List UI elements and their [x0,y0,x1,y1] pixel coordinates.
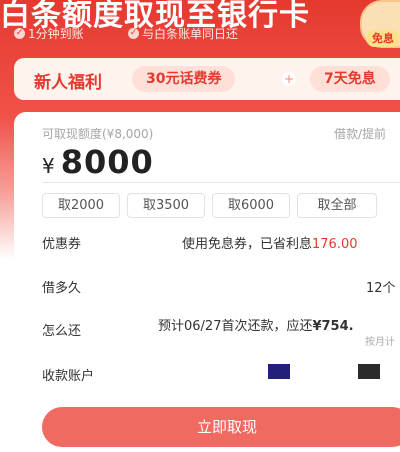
bank-logo-icon [268,364,290,379]
coupon-label: 优惠券 [42,237,82,252]
repay-text: 预计06/27首次还款，应还 [158,319,313,334]
coupon-saved: 176.00 [312,237,358,252]
currency-symbol: ¥ [42,154,55,178]
prepay-hint[interactable]: 借款/提前 [334,125,386,142]
coupon-phone-bill[interactable]: 30元话费券 [132,66,236,92]
mascot-tag: 免息 [366,30,400,47]
feature-instant-label: 1分钟到账 [28,27,84,41]
feature-instant: ✓ 1分钟到账 [14,25,84,42]
account-label: 收款账户 [42,369,95,384]
feature-same-day-label: 与白条账单同日还 [142,27,239,41]
quick-amount-all[interactable]: 取全部 [297,193,377,218]
check-icon: ✓ [128,28,139,39]
amount-input[interactable]: ¥ 8000 [42,143,154,181]
quick-amount-2000[interactable]: 取2000 [42,193,120,218]
promo-banner[interactable]: 新人福利 30元话费券 + 7天免息 [14,58,400,100]
amount-value[interactable]: 8000 [61,143,154,181]
term-value[interactable]: 12个 [366,277,396,296]
quick-amount-6000[interactable]: 取6000 [212,193,290,218]
repay-amount: ¥754. [312,319,354,334]
withdraw-now-button[interactable]: 立即取现 [42,407,400,447]
repay-value[interactable]: 预计06/27首次还款，应还¥754. [158,315,354,334]
available-limit-label: 可取现额度(¥8,000) [42,127,154,141]
term-label: 借多久 [42,281,82,296]
coupon-text: 使用免息券，已省利息 [182,237,313,252]
repay-subtext: 按月计 [365,337,395,348]
promo-title: 新人福利 [34,73,102,93]
amount-divider [42,182,400,183]
bank-card-icon[interactable] [358,364,380,379]
check-icon: ✓ [14,28,25,39]
quick-amount-3500[interactable]: 取3500 [127,193,205,218]
feature-same-day: ✓ 与白条账单同日还 [128,25,238,42]
coupon-value[interactable]: 使用免息券，已省利息176.00 [182,233,358,252]
repay-label: 怎么还 [42,324,82,339]
plus-icon: + [282,72,296,86]
coupon-interest-free[interactable]: 7天免息 [310,66,390,92]
